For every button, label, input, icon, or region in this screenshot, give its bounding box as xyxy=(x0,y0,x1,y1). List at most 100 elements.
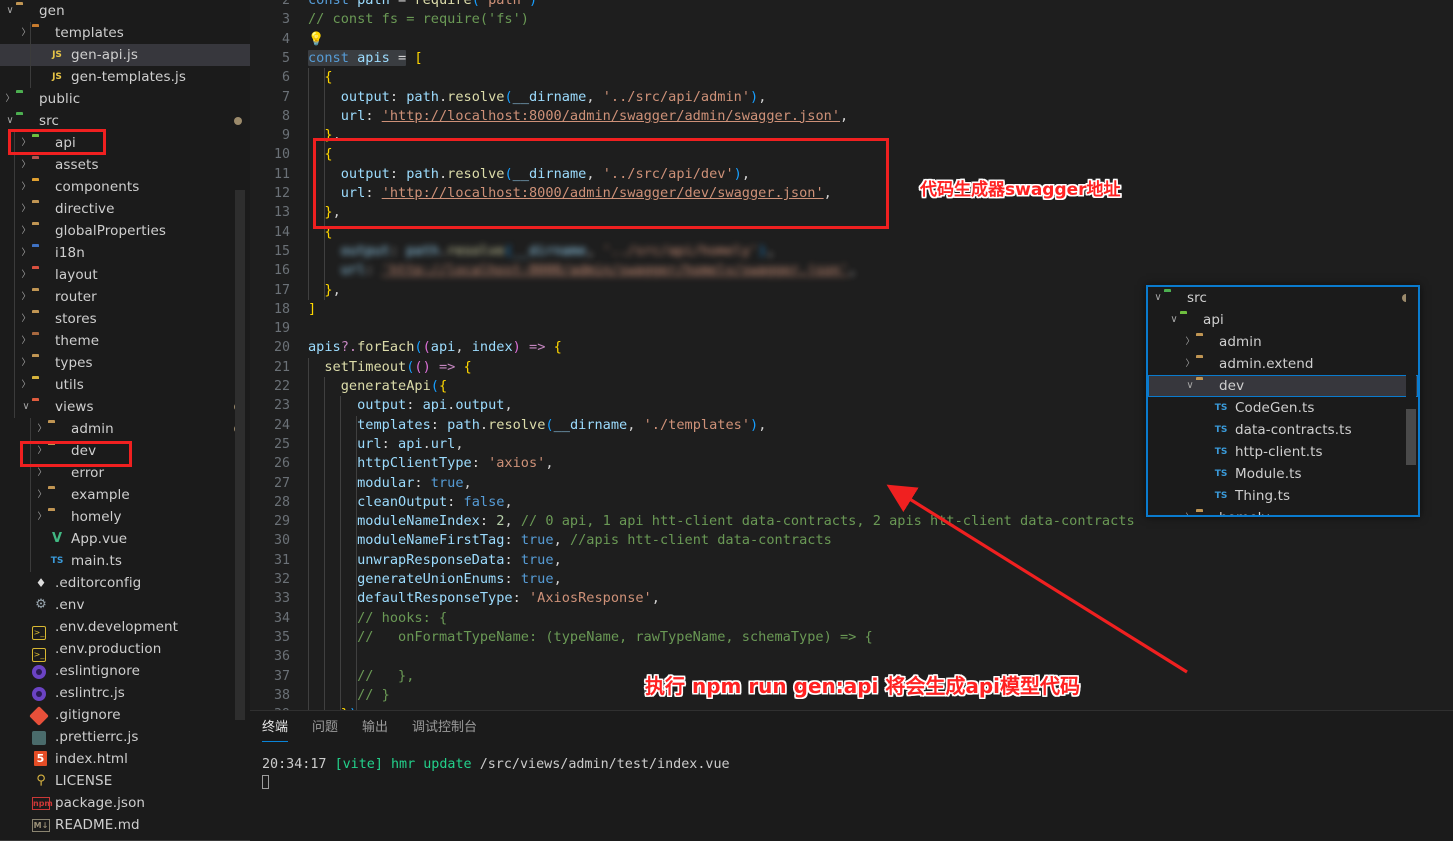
tree-item-homely[interactable]: homely xyxy=(1148,507,1418,515)
chevron-right-icon[interactable] xyxy=(20,308,32,330)
code-line-35[interactable]: 35 // onFormatTypeName: (typeName, rawTy… xyxy=(250,628,1453,647)
code-line-32[interactable]: 32 generateUnionEnums: true, xyxy=(250,570,1453,589)
lightbulb-icon[interactable]: 💡 xyxy=(308,32,324,47)
tree-item--env-development[interactable]: >_ .env.development xyxy=(0,616,250,640)
file-tree[interactable]: gen templates JS gen-api.js JS gen-templates.… xyxy=(0,0,250,836)
chevron-right-icon[interactable] xyxy=(36,440,48,462)
chevron-right-icon[interactable] xyxy=(36,506,48,528)
chevron-right-icon[interactable] xyxy=(20,264,32,286)
tree-item-layout[interactable]: layout xyxy=(0,264,250,286)
code-line-30[interactable]: 30 moduleNameFirstTag: true, //apis htt-… xyxy=(250,531,1453,550)
chevron-right-icon[interactable] xyxy=(20,286,32,308)
terminal-output[interactable]: 20:34:17 [vite] hmr update /src/views/ad… xyxy=(250,745,1453,793)
chevron-right-icon[interactable] xyxy=(20,198,32,220)
chevron-right-icon[interactable] xyxy=(36,418,48,440)
chevron-right-icon[interactable] xyxy=(20,374,32,396)
tree-item--editorconfig[interactable]: ♦ .editorconfig xyxy=(0,572,250,594)
chevron-down-icon[interactable] xyxy=(20,396,32,418)
tree-item-dev[interactable]: dev xyxy=(0,440,250,462)
tree-item-gen[interactable]: gen xyxy=(0,0,250,22)
tree-item-index-html[interactable]: 5 index.html xyxy=(0,748,250,770)
tree-item--prettierrc-js[interactable]: .prettierrc.js xyxy=(0,726,250,748)
tree-item-admin-extend[interactable]: admin.extend xyxy=(1148,353,1418,375)
chevron-right-icon[interactable] xyxy=(36,462,48,484)
tree-item-api[interactable]: api xyxy=(0,132,250,154)
chevron-right-icon[interactable] xyxy=(20,176,32,198)
tree-item-gen-api-js[interactable]: JS gen-api.js xyxy=(0,44,250,66)
tree-item-public[interactable]: public xyxy=(0,88,250,110)
tree-item-views[interactable]: views xyxy=(0,396,250,418)
chevron-down-icon[interactable] xyxy=(1168,309,1180,331)
tree-item-thing-ts[interactable]: TS Thing.ts xyxy=(1148,485,1418,507)
code-line-36[interactable]: 36 xyxy=(250,647,1453,666)
tree-item-directive[interactable]: directive xyxy=(0,198,250,220)
tree-item-dev[interactable]: dev xyxy=(1148,375,1418,397)
tree-item-assets[interactable]: assets xyxy=(0,154,250,176)
tree-item-globalproperties[interactable]: globalProperties xyxy=(0,220,250,242)
tree-item-license[interactable]: ⚲ LICENSE xyxy=(0,770,250,792)
tree-item-codegen-ts[interactable]: TS CodeGen.ts xyxy=(1148,397,1418,419)
tree-item-package-json[interactable]: npm package.json xyxy=(0,792,250,814)
tree-item-gen-templates-js[interactable]: JS gen-templates.js xyxy=(0,66,250,88)
code-line-7[interactable]: 7 output: path.resolve(__dirname, '../sr… xyxy=(250,88,1453,107)
panel-tab-1[interactable]: 问题 xyxy=(312,711,338,745)
tree-item-router[interactable]: router xyxy=(0,286,250,308)
code-line-10[interactable]: 10 { xyxy=(250,145,1453,164)
tree-item-components[interactable]: components xyxy=(0,176,250,198)
tree-item--eslintrc-js[interactable]: .eslintrc.js xyxy=(0,682,250,704)
explorer-sidebar[interactable]: gen templates JS gen-api.js JS gen-templates.… xyxy=(0,0,250,841)
chevron-down-icon[interactable] xyxy=(1152,287,1164,309)
chevron-right-icon[interactable] xyxy=(1184,331,1196,353)
tree-item-app-vue[interactable]: V App.vue xyxy=(0,528,250,550)
code-line-9[interactable]: 9 }, xyxy=(250,126,1453,145)
code-line-16[interactable]: 16 url: 'http://localhost:8000/admin/swa… xyxy=(250,261,1453,280)
chevron-right-icon[interactable] xyxy=(20,330,32,352)
panel-tab-2[interactable]: 输出 xyxy=(362,711,388,745)
code-line-2[interactable]: 2 const path = require('path') xyxy=(250,0,1453,10)
tree-item-main-ts[interactable]: TS main.ts xyxy=(0,550,250,572)
tree-item--env-production[interactable]: >_ .env.production xyxy=(0,638,250,662)
code-line-3[interactable]: 3 // const fs = require('fs') xyxy=(250,10,1453,29)
sidebar-scrollbar[interactable] xyxy=(235,190,245,720)
code-line-12[interactable]: 12 url: 'http://localhost:8000/admin/swa… xyxy=(250,184,1453,203)
chevron-right-icon[interactable] xyxy=(1184,353,1196,375)
tree-item-http-client-ts[interactable]: TS http-client.ts xyxy=(1148,441,1418,463)
tree-item-theme[interactable]: theme xyxy=(0,330,250,352)
tree-item-stores[interactable]: stores xyxy=(0,308,250,330)
chevron-right-icon[interactable] xyxy=(20,242,32,264)
chevron-right-icon[interactable] xyxy=(4,88,16,110)
tree-item--eslintignore[interactable]: .eslintignore xyxy=(0,660,250,682)
chevron-down-icon[interactable] xyxy=(4,0,16,22)
code-line-33[interactable]: 33 defaultResponseType: 'AxiosResponse', xyxy=(250,589,1453,608)
code-line-6[interactable]: 6 { xyxy=(250,68,1453,87)
panel-tab-bar[interactable]: 终端 问题 输出 调试控制台 xyxy=(250,711,1453,745)
tree-item-data-contracts-ts[interactable]: TS data-contracts.ts xyxy=(1148,419,1418,441)
chevron-right-icon[interactable] xyxy=(1184,507,1196,515)
tree-item-src[interactable]: src xyxy=(1148,287,1418,309)
tree-item-admin[interactable]: admin xyxy=(0,418,250,440)
code-line-13[interactable]: 13 }, xyxy=(250,203,1453,222)
tree-item-utils[interactable]: utils xyxy=(0,374,250,396)
tree-item-readme-md[interactable]: M↓ README.md xyxy=(0,814,250,836)
popup-file-tree[interactable]: srcapiadminadmin.extenddevTSCodeGen.tsTS… xyxy=(1148,287,1418,515)
tree-item-src[interactable]: src xyxy=(0,110,250,132)
tree-item-homely[interactable]: homely xyxy=(0,506,250,528)
code-line-14[interactable]: 14 { xyxy=(250,223,1453,242)
code-line-8[interactable]: 8 url: 'http://localhost:8000/admin/swag… xyxy=(250,107,1453,126)
code-line-34[interactable]: 34 // hooks: { xyxy=(250,609,1453,628)
chevron-right-icon[interactable] xyxy=(20,132,32,154)
panel-tab-0[interactable]: 终端 xyxy=(262,711,289,745)
tree-item-types[interactable]: types xyxy=(0,352,250,374)
tree-item-templates[interactable]: templates xyxy=(0,22,250,44)
tree-item-i18n[interactable]: i18n xyxy=(0,242,250,264)
code-line-31[interactable]: 31 unwrapResponseData: true, xyxy=(250,551,1453,570)
popup-scrollbar[interactable] xyxy=(1406,289,1416,515)
code-line-11[interactable]: 11 output: path.resolve(__dirname, '../s… xyxy=(250,165,1453,184)
chevron-down-icon[interactable] xyxy=(1184,375,1196,397)
chevron-right-icon[interactable] xyxy=(36,484,48,506)
panel-tab-3[interactable]: 调试控制台 xyxy=(412,711,477,745)
popup-scrollbar-thumb[interactable] xyxy=(1406,409,1416,465)
code-line-4[interactable]: 4 xyxy=(250,30,1453,49)
tree-item-error[interactable]: error xyxy=(0,462,250,484)
chevron-right-icon[interactable] xyxy=(20,352,32,374)
